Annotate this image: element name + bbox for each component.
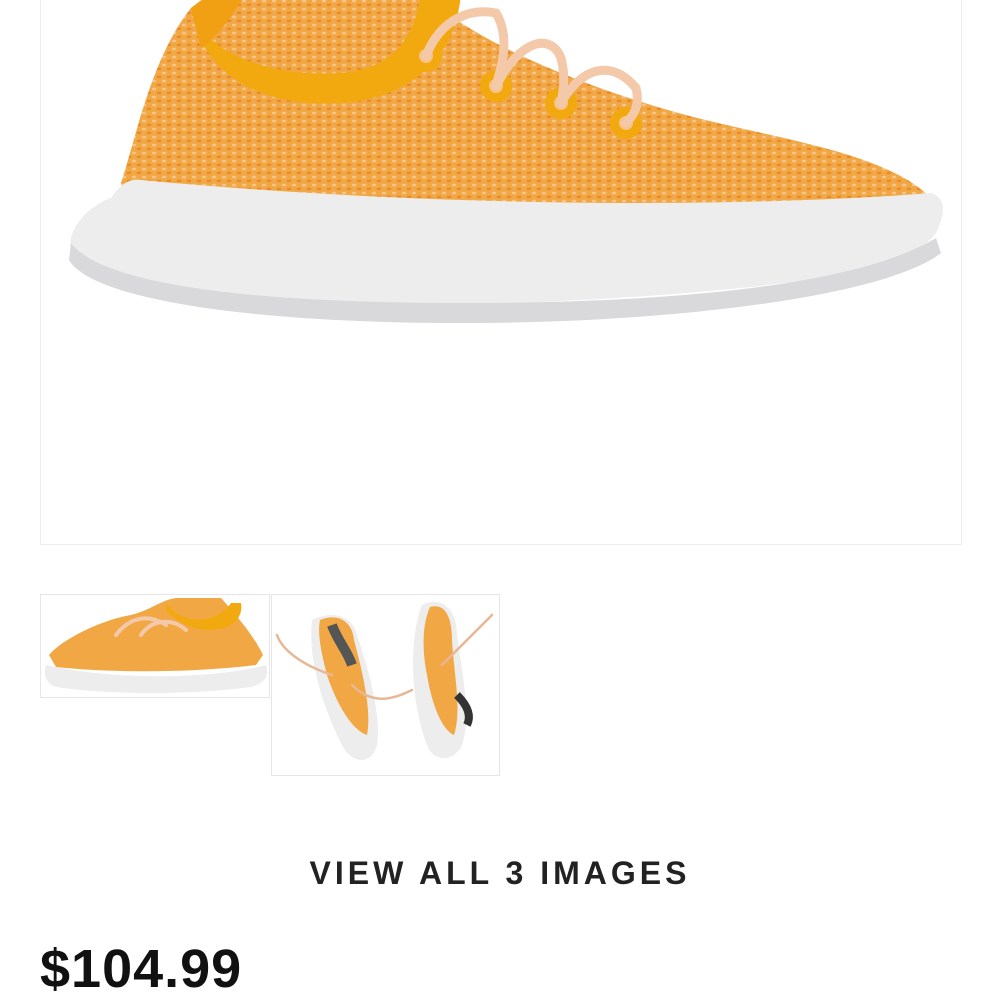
product-price: $104.99: [40, 939, 243, 999]
thumbnail-pair-illustration: [275, 601, 494, 760]
view-all-images-link[interactable]: VIEW ALL 3 IMAGES: [0, 855, 1000, 892]
thumbnail-side-view[interactable]: [40, 594, 270, 698]
main-product-image[interactable]: [40, 0, 962, 545]
thumbnail-pair-view[interactable]: [271, 594, 500, 776]
sneaker-side-illustration: [69, 0, 943, 323]
thumbnail-sneaker-illustration: [44, 598, 268, 693]
